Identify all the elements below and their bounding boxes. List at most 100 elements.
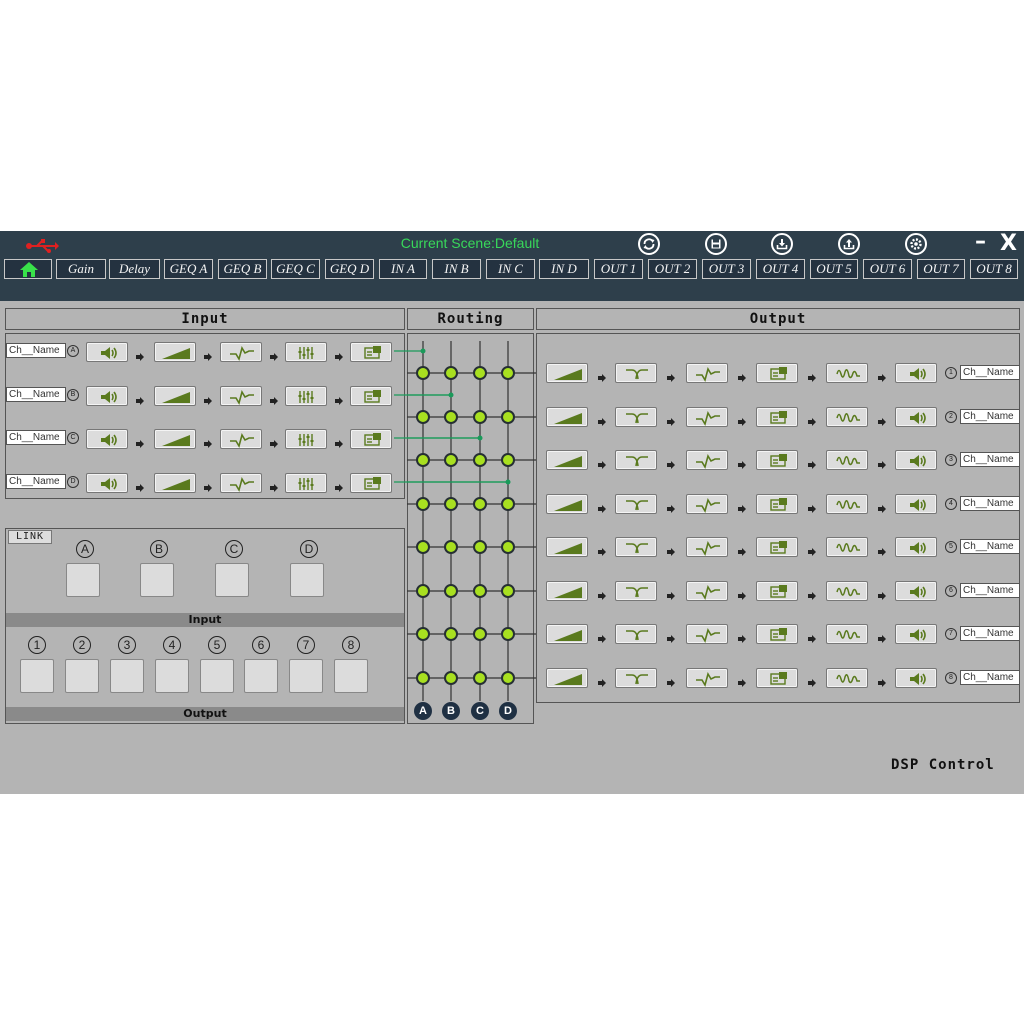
tab-ind[interactable]: IN D (539, 259, 589, 279)
output-channel-name[interactable]: Ch__Name (960, 626, 1020, 641)
routing-node[interactable] (444, 627, 458, 641)
output-channel-name[interactable]: Ch__Name (960, 409, 1020, 424)
output-routing-button[interactable] (756, 407, 798, 427)
tab-out2[interactable]: OUT 2 (648, 259, 697, 279)
output-gain-ramp-button[interactable] (546, 450, 588, 470)
output-parametric-eq-button[interactable] (686, 668, 728, 688)
output-speaker-button[interactable] (895, 363, 937, 383)
upload-icon[interactable] (838, 233, 860, 255)
output-channel-name[interactable]: Ch__Name (960, 583, 1020, 598)
routing-node[interactable] (416, 410, 430, 424)
output-parametric-eq-button[interactable] (686, 581, 728, 601)
routing-node[interactable] (416, 366, 430, 380)
routing-node[interactable] (473, 410, 487, 424)
output-speaker-button[interactable] (895, 581, 937, 601)
output-speaker-button[interactable] (895, 537, 937, 557)
output-routing-button[interactable] (756, 537, 798, 557)
routing-node[interactable] (444, 410, 458, 424)
output-parametric-eq-button[interactable] (686, 624, 728, 644)
routing-node[interactable] (416, 540, 430, 554)
tab-out5[interactable]: OUT 5 (810, 259, 858, 279)
output-parametric-eq-button[interactable] (686, 494, 728, 514)
routing-node[interactable] (416, 497, 430, 511)
output-limiter-button[interactable] (826, 581, 868, 601)
output-gain-ramp-button[interactable] (546, 537, 588, 557)
output-speaker-button[interactable] (895, 494, 937, 514)
output-channel-name[interactable]: Ch__Name (960, 670, 1020, 685)
output-gain-ramp-button[interactable] (546, 581, 588, 601)
tab-geqa[interactable]: GEQ A (164, 259, 213, 279)
tab-home[interactable] (4, 259, 52, 279)
output-limiter-button[interactable] (826, 494, 868, 514)
minimize-button[interactable]: – (975, 229, 986, 254)
tab-out3[interactable]: OUT 3 (702, 259, 751, 279)
output-routing-button[interactable] (756, 494, 798, 514)
routing-node[interactable] (501, 410, 515, 424)
output-crossover-button[interactable] (615, 668, 657, 688)
output-crossover-button[interactable] (615, 624, 657, 644)
output-gain-ramp-button[interactable] (546, 624, 588, 644)
output-limiter-button[interactable] (826, 668, 868, 688)
routing-node[interactable] (501, 453, 515, 467)
output-crossover-button[interactable] (615, 537, 657, 557)
routing-node[interactable] (501, 540, 515, 554)
output-channel-name[interactable]: Ch__Name (960, 496, 1020, 511)
output-crossover-button[interactable] (615, 581, 657, 601)
output-speaker-button[interactable] (895, 668, 937, 688)
output-channel-name[interactable]: Ch__Name (960, 365, 1020, 380)
output-routing-button[interactable] (756, 624, 798, 644)
routing-node[interactable] (444, 584, 458, 598)
output-routing-button[interactable] (756, 668, 798, 688)
routing-node[interactable] (473, 366, 487, 380)
tab-geqd[interactable]: GEQ D (325, 259, 374, 279)
tab-gain[interactable]: Gain (56, 259, 106, 279)
tab-inc[interactable]: IN C (486, 259, 535, 279)
save-icon[interactable] (705, 233, 727, 255)
output-gain-ramp-button[interactable] (546, 494, 588, 514)
tab-out1[interactable]: OUT 1 (594, 259, 643, 279)
tab-out8[interactable]: OUT 8 (970, 259, 1018, 279)
tab-delay[interactable]: Delay (109, 259, 160, 279)
output-crossover-button[interactable] (615, 407, 657, 427)
routing-node[interactable] (444, 540, 458, 554)
tab-out6[interactable]: OUT 6 (863, 259, 912, 279)
output-speaker-button[interactable] (895, 624, 937, 644)
tab-geqb[interactable]: GEQ B (218, 259, 267, 279)
tab-ina[interactable]: IN A (379, 259, 427, 279)
output-routing-button[interactable] (756, 363, 798, 383)
routing-node[interactable] (416, 584, 430, 598)
tab-inb[interactable]: IN B (432, 259, 481, 279)
output-channel-name[interactable]: Ch__Name (960, 539, 1020, 554)
output-parametric-eq-button[interactable] (686, 537, 728, 557)
routing-node[interactable] (416, 627, 430, 641)
output-parametric-eq-button[interactable] (686, 450, 728, 470)
tab-geqc[interactable]: GEQ C (271, 259, 320, 279)
tab-out7[interactable]: OUT 7 (917, 259, 965, 279)
output-parametric-eq-button[interactable] (686, 407, 728, 427)
settings-icon[interactable] (905, 233, 927, 255)
output-crossover-button[interactable] (615, 494, 657, 514)
output-speaker-button[interactable] (895, 407, 937, 427)
output-gain-ramp-button[interactable] (546, 363, 588, 383)
routing-node[interactable] (473, 497, 487, 511)
routing-node[interactable] (501, 584, 515, 598)
tab-out4[interactable]: OUT 4 (756, 259, 805, 279)
output-limiter-button[interactable] (826, 363, 868, 383)
output-routing-button[interactable] (756, 581, 798, 601)
routing-node[interactable] (444, 671, 458, 685)
output-routing-button[interactable] (756, 450, 798, 470)
output-limiter-button[interactable] (826, 407, 868, 427)
routing-node[interactable] (473, 584, 487, 598)
routing-node[interactable] (416, 671, 430, 685)
output-gain-ramp-button[interactable] (546, 668, 588, 688)
output-limiter-button[interactable] (826, 450, 868, 470)
routing-node[interactable] (501, 671, 515, 685)
output-limiter-button[interactable] (826, 537, 868, 557)
output-gain-ramp-button[interactable] (546, 407, 588, 427)
routing-node[interactable] (416, 453, 430, 467)
routing-node[interactable] (444, 453, 458, 467)
routing-node[interactable] (473, 671, 487, 685)
output-parametric-eq-button[interactable] (686, 363, 728, 383)
routing-node[interactable] (444, 497, 458, 511)
refresh-icon[interactable] (638, 233, 660, 255)
